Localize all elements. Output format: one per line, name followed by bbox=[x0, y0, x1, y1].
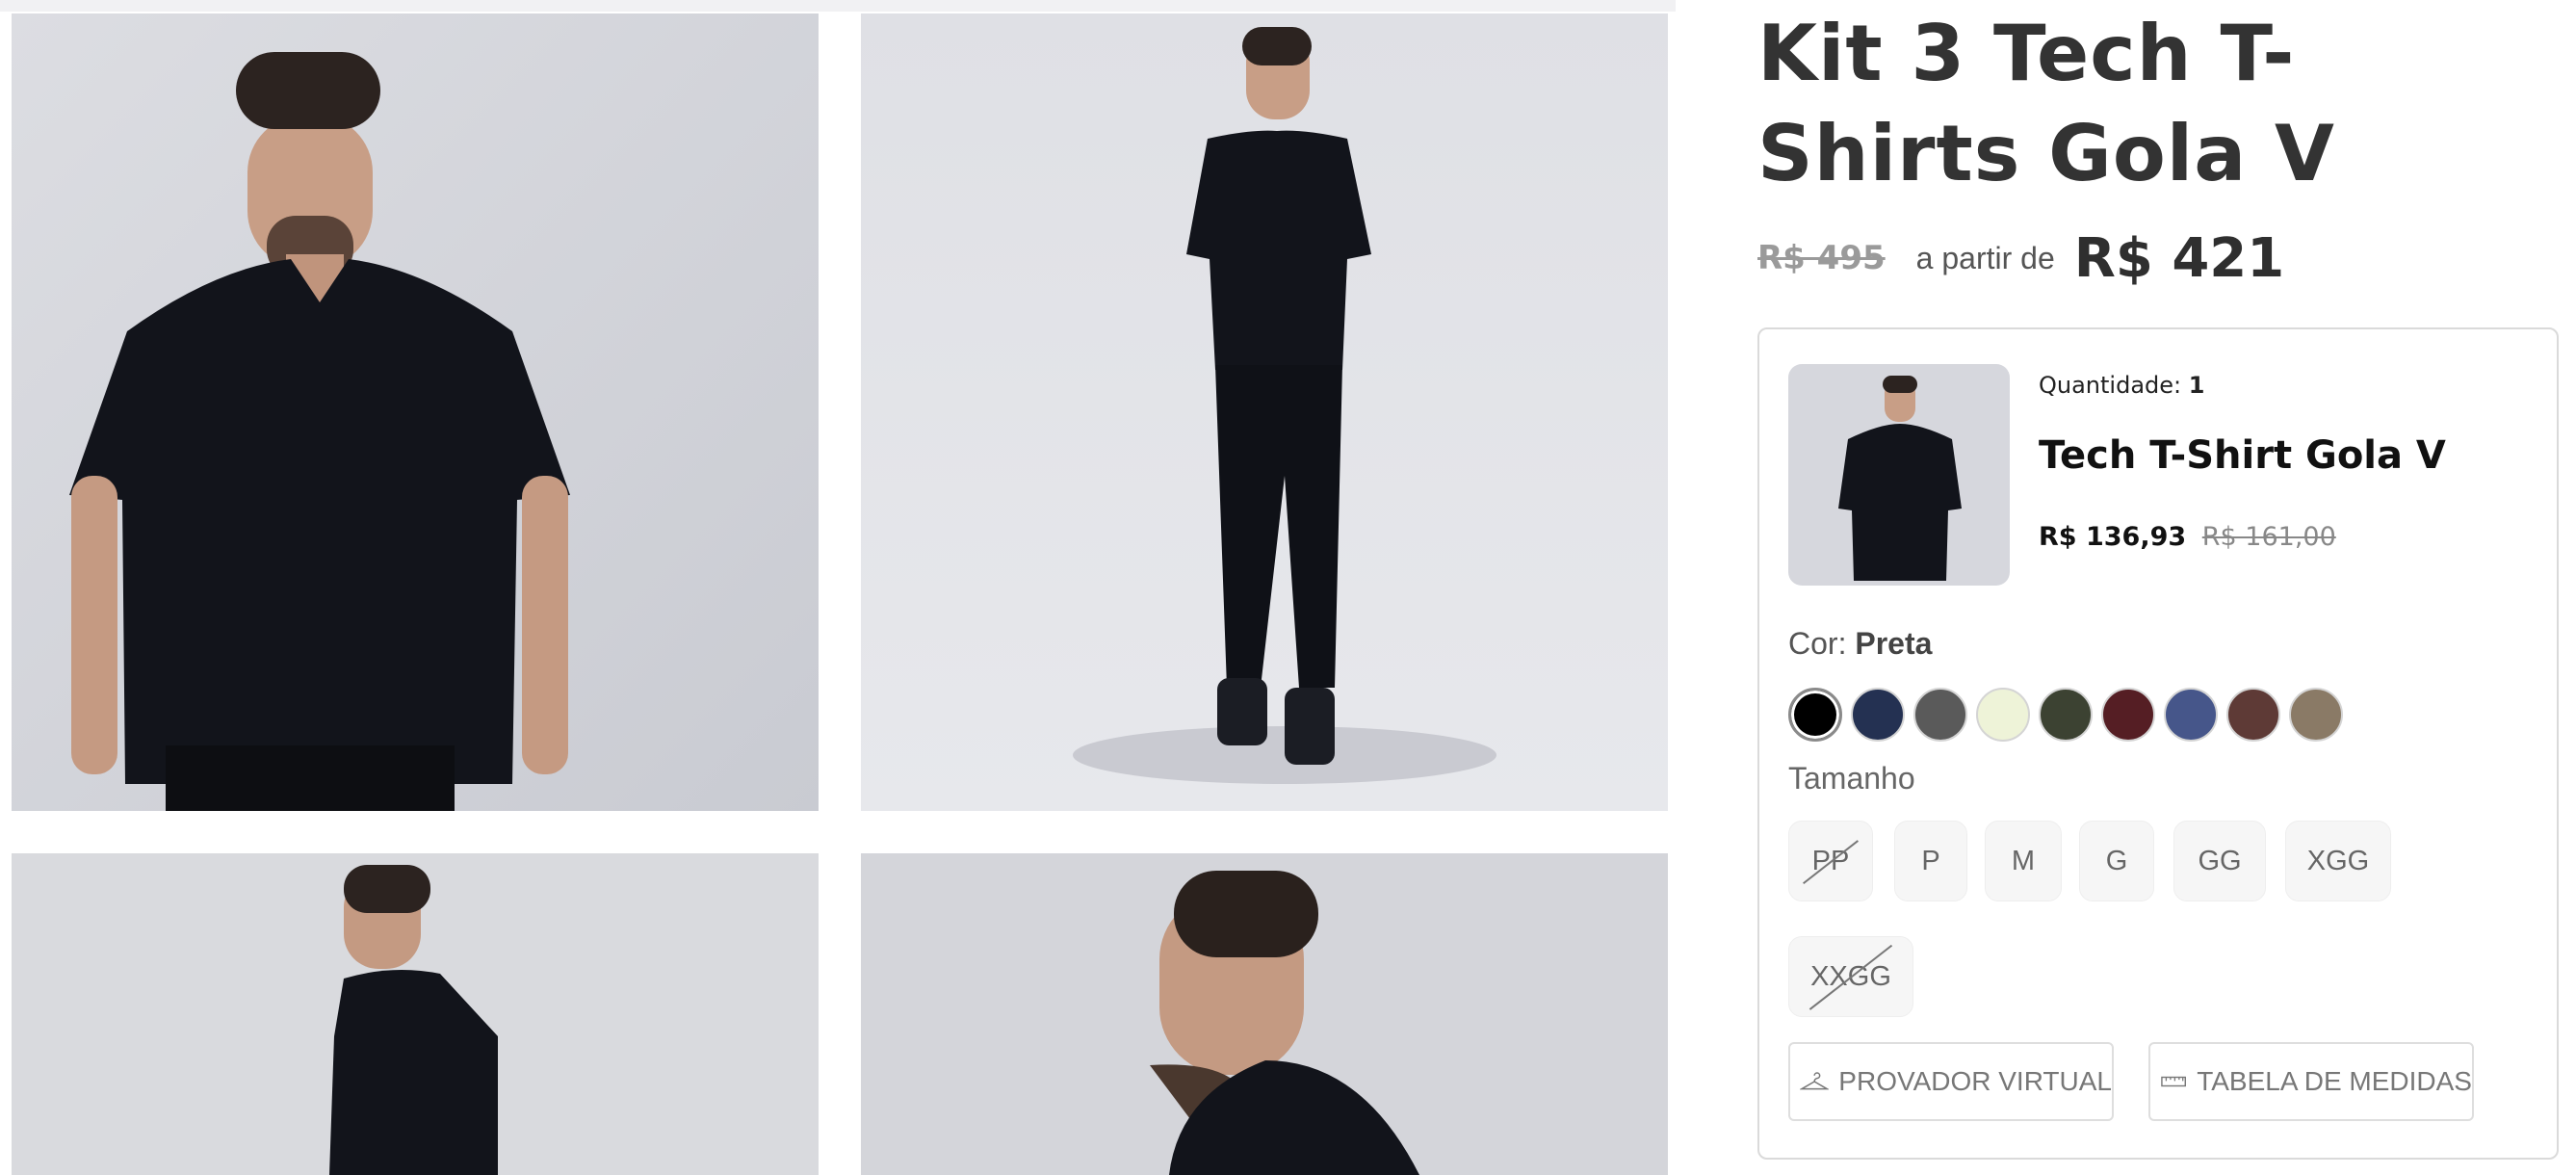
size-label: Tamanho bbox=[1788, 761, 1915, 796]
hanger-icon bbox=[1800, 1072, 1830, 1090]
size-option-label: G bbox=[2105, 845, 2128, 876]
color-swatches bbox=[1788, 688, 2352, 742]
color-swatch[interactable] bbox=[2039, 688, 2093, 742]
price-row: R$ 495 a partir de R$ 421 bbox=[1757, 220, 2284, 297]
size-option-label: M bbox=[2011, 845, 2036, 876]
item-price-row: R$ 136,93 R$ 161,00 bbox=[2039, 522, 2336, 552]
selected-color: Preta bbox=[1855, 626, 1933, 661]
product-photo-front[interactable] bbox=[12, 13, 819, 811]
color-label-text: Cor: bbox=[1788, 626, 1847, 661]
item-price: R$ 136,93 bbox=[2039, 522, 2187, 552]
color-swatch[interactable] bbox=[2164, 688, 2218, 742]
item-old-price: R$ 161,00 bbox=[2201, 522, 2336, 552]
old-price: R$ 495 bbox=[1757, 239, 1886, 277]
size-option-xxgg[interactable]: XXGG bbox=[1788, 936, 1913, 1017]
size-option-m[interactable]: M bbox=[1985, 821, 2062, 901]
size-option-p[interactable]: P bbox=[1894, 821, 1967, 901]
product-photo-full-body[interactable] bbox=[861, 13, 1668, 811]
size-option-g[interactable]: G bbox=[2079, 821, 2154, 901]
size-chart-label: TABELA DE MEDIDAS bbox=[2197, 1066, 2472, 1096]
size-option-label: P bbox=[1921, 845, 1940, 876]
current-price: R$ 421 bbox=[2073, 226, 2285, 290]
quantity-value: 1 bbox=[2188, 372, 2205, 399]
ruler-icon bbox=[2161, 1076, 2186, 1087]
product-photo-back[interactable] bbox=[12, 853, 819, 1175]
top-bar bbox=[0, 0, 1676, 12]
item-thumbnail bbox=[1788, 364, 2010, 586]
product-title: Kit 3 Tech T-Shirts Gola V bbox=[1757, 9, 2335, 198]
size-option-label: PP bbox=[1811, 845, 1850, 876]
quantity: Quantidade: 1 bbox=[2039, 372, 2204, 399]
color-swatch[interactable] bbox=[1976, 688, 2030, 742]
size-option-gg[interactable]: GG bbox=[2173, 821, 2266, 901]
size-chart-button[interactable]: TABELA DE MEDIDAS bbox=[2148, 1042, 2474, 1121]
size-option-label: XGG bbox=[2306, 845, 2370, 876]
size-option-pp[interactable]: PP bbox=[1788, 821, 1873, 901]
quantity-label: Quantidade: bbox=[2039, 372, 2182, 399]
color-swatch[interactable] bbox=[2289, 688, 2343, 742]
color-swatch[interactable] bbox=[1851, 688, 1905, 742]
color-label: Cor: Preta bbox=[1788, 626, 1932, 662]
size-option-label: GG bbox=[2198, 845, 2242, 876]
virtual-fitting-label: PROVADOR VIRTUAL bbox=[1838, 1066, 2112, 1096]
color-swatch[interactable] bbox=[2226, 688, 2280, 742]
from-price-label: a partir de bbox=[1915, 240, 2055, 275]
size-option-label: XXGG bbox=[1810, 960, 1891, 992]
size-option-xgg[interactable]: XGG bbox=[2285, 821, 2391, 901]
color-swatch[interactable] bbox=[1913, 688, 1967, 742]
virtual-fitting-button[interactable]: PROVADOR VIRTUAL bbox=[1788, 1042, 2114, 1121]
kit-item-panel: Quantidade: 1 Tech T-Shirt Gola V R$ 136… bbox=[1757, 327, 2559, 1160]
item-name: Tech T-Shirt Gola V bbox=[2039, 433, 2446, 478]
color-swatch[interactable] bbox=[1788, 688, 1842, 742]
product-photo-side[interactable] bbox=[861, 853, 1668, 1175]
color-swatch[interactable] bbox=[2101, 688, 2155, 742]
